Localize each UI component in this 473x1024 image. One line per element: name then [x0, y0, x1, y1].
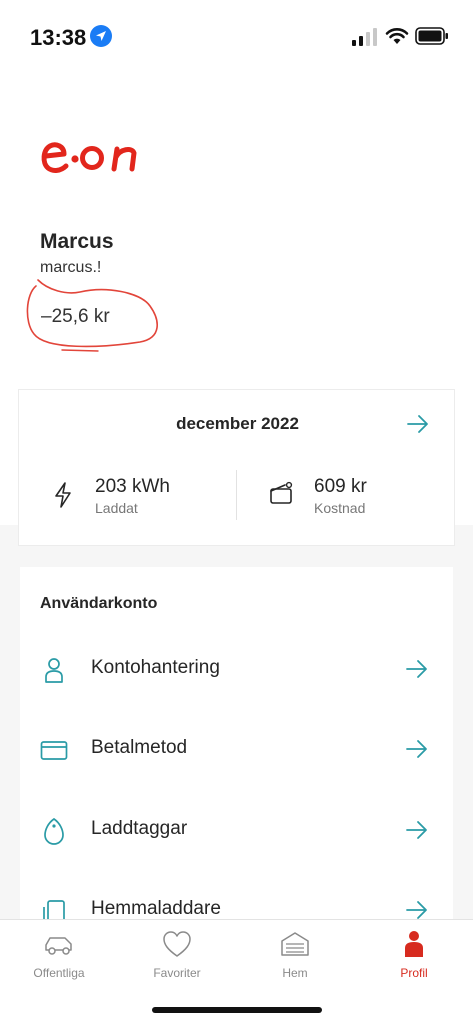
summary-divider [236, 470, 237, 520]
menu-item-label: Betalmetod [91, 737, 188, 758]
charged-value: 203 kWh [95, 476, 170, 497]
profile-icon [405, 931, 423, 957]
menu-item-label: Kontohantering [91, 657, 220, 678]
tab-favorites[interactable]: Favoriter [118, 930, 236, 990]
car-icon [45, 937, 72, 955]
cellular-signal-icon [352, 28, 377, 46]
user-name: Marcus [40, 230, 114, 253]
charged-label: Laddat [95, 500, 138, 516]
home-indicator [152, 1007, 322, 1013]
tab-label: Hem [282, 966, 308, 980]
tab-label: Profil [400, 966, 428, 980]
summary-month: december 2022 [176, 414, 299, 433]
account-section-title: Användarkonto [40, 595, 158, 612]
menu-item-charging-tags[interactable]: Laddtaggar [20, 800, 453, 860]
arrow-right-icon [406, 740, 427, 758]
wallet-icon [270, 481, 293, 504]
credit-card-icon [40, 741, 68, 760]
wifi-icon [385, 28, 409, 44]
tab-profile[interactable]: Profil [355, 930, 473, 990]
account-balance: –25,6 kr [41, 306, 110, 327]
user-email: marcus.! [40, 259, 102, 276]
cost-value: 609 kr [314, 476, 367, 497]
arrow-right-icon [406, 901, 427, 919]
arrow-right-icon [406, 660, 427, 678]
cost-label: Kostnad [314, 500, 366, 516]
garage-icon [281, 932, 309, 956]
lightning-bolt-icon [55, 482, 71, 508]
tag-icon [44, 817, 64, 845]
tab-public[interactable]: Offentliga [0, 930, 118, 990]
arrow-right-icon[interactable] [406, 414, 430, 434]
arrow-right-icon [406, 821, 427, 839]
status-time: 13:38 [30, 25, 87, 50]
menu-item-label: Laddtaggar [91, 818, 188, 839]
tab-label: Offentliga [33, 966, 85, 980]
eon-logo [41, 142, 137, 173]
menu-item-account-management[interactable]: Kontohantering [20, 639, 453, 699]
tab-label: Favoriter [153, 966, 201, 980]
status-bar: 13:38 [0, 0, 473, 64]
tab-home[interactable]: Hem [236, 930, 354, 990]
menu-item-payment-method[interactable]: Betalmetod [20, 719, 453, 779]
user-account-card: Användarkonto Kontohantering Betalmetod … [20, 567, 453, 927]
person-icon [45, 658, 63, 683]
monthly-summary-card[interactable]: december 2022 203 kWh Laddat 609 kr Kost… [18, 389, 455, 546]
heart-icon [163, 931, 191, 957]
location-arrow-icon [90, 25, 112, 47]
battery-icon [415, 27, 448, 45]
menu-item-label: Hemmaladdare [91, 898, 221, 919]
